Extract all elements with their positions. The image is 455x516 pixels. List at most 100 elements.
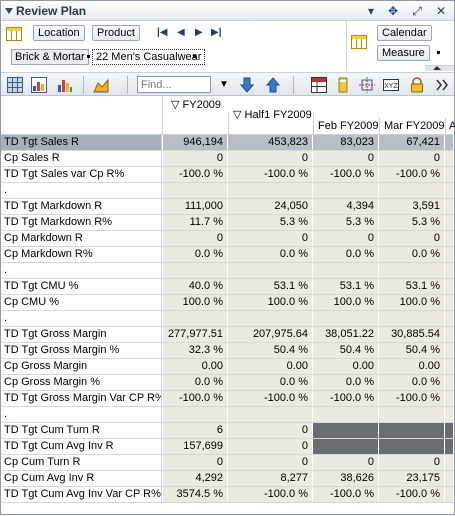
table-cell[interactable]: 0	[228, 231, 313, 246]
table-row[interactable]: TD Tgt Gross Margin Var CP R% -100.0 % -10…	[1, 391, 454, 407]
table-cell[interactable]: 30,885.54	[379, 327, 445, 342]
table-cell[interactable]	[228, 183, 313, 198]
table-cell[interactable]	[445, 279, 454, 294]
table-cell[interactable]	[445, 375, 454, 390]
pivot-scrollbar[interactable]	[425, 65, 454, 71]
table-row[interactable]: TD Tgt Sales var Cp R% -100.0 % -100.0 % -1…	[1, 167, 454, 183]
table-cell[interactable]: 0	[163, 455, 228, 470]
first-icon[interactable]: |◀	[157, 27, 168, 38]
table-cell[interactable]: 0	[379, 151, 445, 166]
row-label[interactable]: TD Tgt Gross Margin	[1, 327, 162, 342]
table-row[interactable]: Cp Cum Avg Inv R 4,292 8,277 38,626 23,175	[1, 471, 454, 487]
table-cell[interactable]	[163, 407, 228, 422]
table-cell[interactable]: 5.3 %	[313, 215, 379, 230]
bar-chart-icon[interactable]	[57, 77, 73, 93]
breadcrumb-product[interactable]: 22 Men's Casualwear	[92, 49, 206, 65]
table-cell[interactable]: 24,050	[228, 199, 313, 214]
table-cell[interactable]	[445, 487, 454, 502]
table-cell[interactable]	[445, 151, 454, 166]
table-cell[interactable]: -100.0 %	[163, 167, 228, 182]
highlight-icon[interactable]	[335, 77, 351, 93]
table-cell[interactable]	[313, 263, 379, 278]
table-cell[interactable]: 53.1 %	[313, 279, 379, 294]
row-label[interactable]: .	[1, 183, 162, 198]
table-cell[interactable]: -100.0 %	[228, 487, 313, 502]
column-pivot-grid-icon[interactable]	[351, 35, 367, 49]
collapse-icon[interactable]	[5, 8, 13, 14]
table-cell[interactable]	[379, 183, 445, 198]
table-cell[interactable]	[445, 215, 454, 230]
table-cell[interactable]: 0.00	[228, 359, 313, 374]
row-label[interactable]: .	[1, 407, 162, 422]
location-button[interactable]: Location	[33, 25, 85, 41]
table-cell[interactable]	[445, 407, 454, 422]
split-view-icon[interactable]	[31, 77, 47, 93]
table-cell[interactable]: -100.0 %	[163, 391, 228, 406]
area-chart-icon[interactable]	[93, 77, 109, 93]
table-row[interactable]: TD Tgt Cum Avg Inv Var CP R% 3574.5 % -100…	[1, 487, 454, 503]
pivot-table-icon[interactable]	[311, 77, 327, 93]
table-cell[interactable]: 3574.5 %	[163, 487, 228, 502]
row-label[interactable]: TD Tgt CMU %	[1, 279, 162, 294]
more-icon[interactable]	[435, 77, 451, 93]
breadcrumb-location[interactable]: Brick & Mortar	[11, 49, 89, 65]
table-row[interactable]: TD Tgt CMU % 40.0 % 53.1 % 53.1 % 53.1 %	[1, 279, 454, 295]
row-label[interactable]: Cp Cum Turn R	[1, 455, 162, 470]
table-cell[interactable]	[445, 439, 454, 454]
table-cell[interactable]	[445, 423, 454, 438]
table-cell[interactable]	[445, 167, 454, 182]
table-cell[interactable]: 50.4 %	[313, 343, 379, 358]
table-cell[interactable]	[379, 439, 445, 454]
table-cell[interactable]: 100.0 %	[228, 295, 313, 310]
table-cell[interactable]: 83,023	[313, 135, 379, 150]
table-cell[interactable]: 11.7 %	[163, 215, 228, 230]
row-label[interactable]: TD Tgt Sales var Cp R%	[1, 167, 162, 182]
table-cell[interactable]: 53.1 %	[228, 279, 313, 294]
table-cell[interactable]	[445, 359, 454, 374]
table-cell[interactable]: 0	[228, 455, 313, 470]
measure-button[interactable]: Measure	[377, 45, 430, 61]
table-cell[interactable]: 67,421	[379, 135, 445, 150]
find-dropdown-icon[interactable]: ▼	[219, 79, 229, 90]
table-cell[interactable]	[445, 199, 454, 214]
row-label[interactable]: Cp Markdown R	[1, 231, 162, 246]
table-cell[interactable]: 32.3 %	[163, 343, 228, 358]
table-cell[interactable]	[379, 407, 445, 422]
table-cell[interactable]: 100.0 %	[379, 295, 445, 310]
table-row[interactable]: Cp Gross Margin 0.00 0.00 0.00 0.00	[1, 359, 454, 375]
table-cell[interactable]: 946,194	[163, 135, 228, 150]
col-apr-fy2009[interactable]: A	[449, 120, 455, 132]
row-label[interactable]: .	[1, 311, 162, 326]
row-label[interactable]: Cp Markdown R%	[1, 247, 162, 262]
table-cell[interactable]: 0.0 %	[228, 247, 313, 262]
table-cell[interactable]: -100.0 %	[379, 391, 445, 406]
table-cell[interactable]	[445, 247, 454, 262]
table-cell[interactable]	[228, 263, 313, 278]
table-cell[interactable]: -100.0 %	[379, 487, 445, 502]
lock-icon[interactable]	[409, 77, 425, 93]
table-cell[interactable]: 5.3 %	[379, 215, 445, 230]
table-cell[interactable]: 8,277	[228, 471, 313, 486]
table-cell[interactable]: 50.4 %	[228, 343, 313, 358]
row-label[interactable]: TD Tgt Markdown R%	[1, 215, 162, 230]
table-row[interactable]: Cp Gross Margin % 0.0 % 0.0 % 0.0 % 0.0 %	[1, 375, 454, 391]
table-row[interactable]: TD Tgt Gross Margin % 32.3 % 50.4 % 50.4 % 5…	[1, 343, 454, 359]
scroll-up-icon[interactable]	[433, 66, 441, 70]
row-label[interactable]: TD Tgt Cum Avg Inv R	[1, 439, 162, 454]
row-pivot-grid-icon[interactable]	[6, 27, 22, 41]
table-cell[interactable]: -100.0 %	[313, 167, 379, 182]
product-button[interactable]: Product	[92, 25, 140, 41]
table-cell[interactable]: 0	[163, 231, 228, 246]
col-mar-fy2009[interactable]: Mar FY2009	[384, 120, 445, 132]
find-previous-icon[interactable]	[265, 77, 281, 93]
table-cell[interactable]: -100.0 %	[228, 167, 313, 182]
row-label[interactable]: .	[1, 263, 162, 278]
table-cell[interactable]: 0	[228, 439, 313, 454]
table-row[interactable]: Cp Sales R0000	[1, 151, 454, 167]
table-cell[interactable]: 4,292	[163, 471, 228, 486]
table-cell[interactable]: 0.0 %	[379, 375, 445, 390]
row-label[interactable]: TD Tgt Gross Margin Var CP R%	[1, 391, 162, 406]
table-cell[interactable]: 0.0 %	[163, 375, 228, 390]
table-cell[interactable]: 0.0 %	[379, 247, 445, 262]
table-cell[interactable]: 3,591	[379, 199, 445, 214]
